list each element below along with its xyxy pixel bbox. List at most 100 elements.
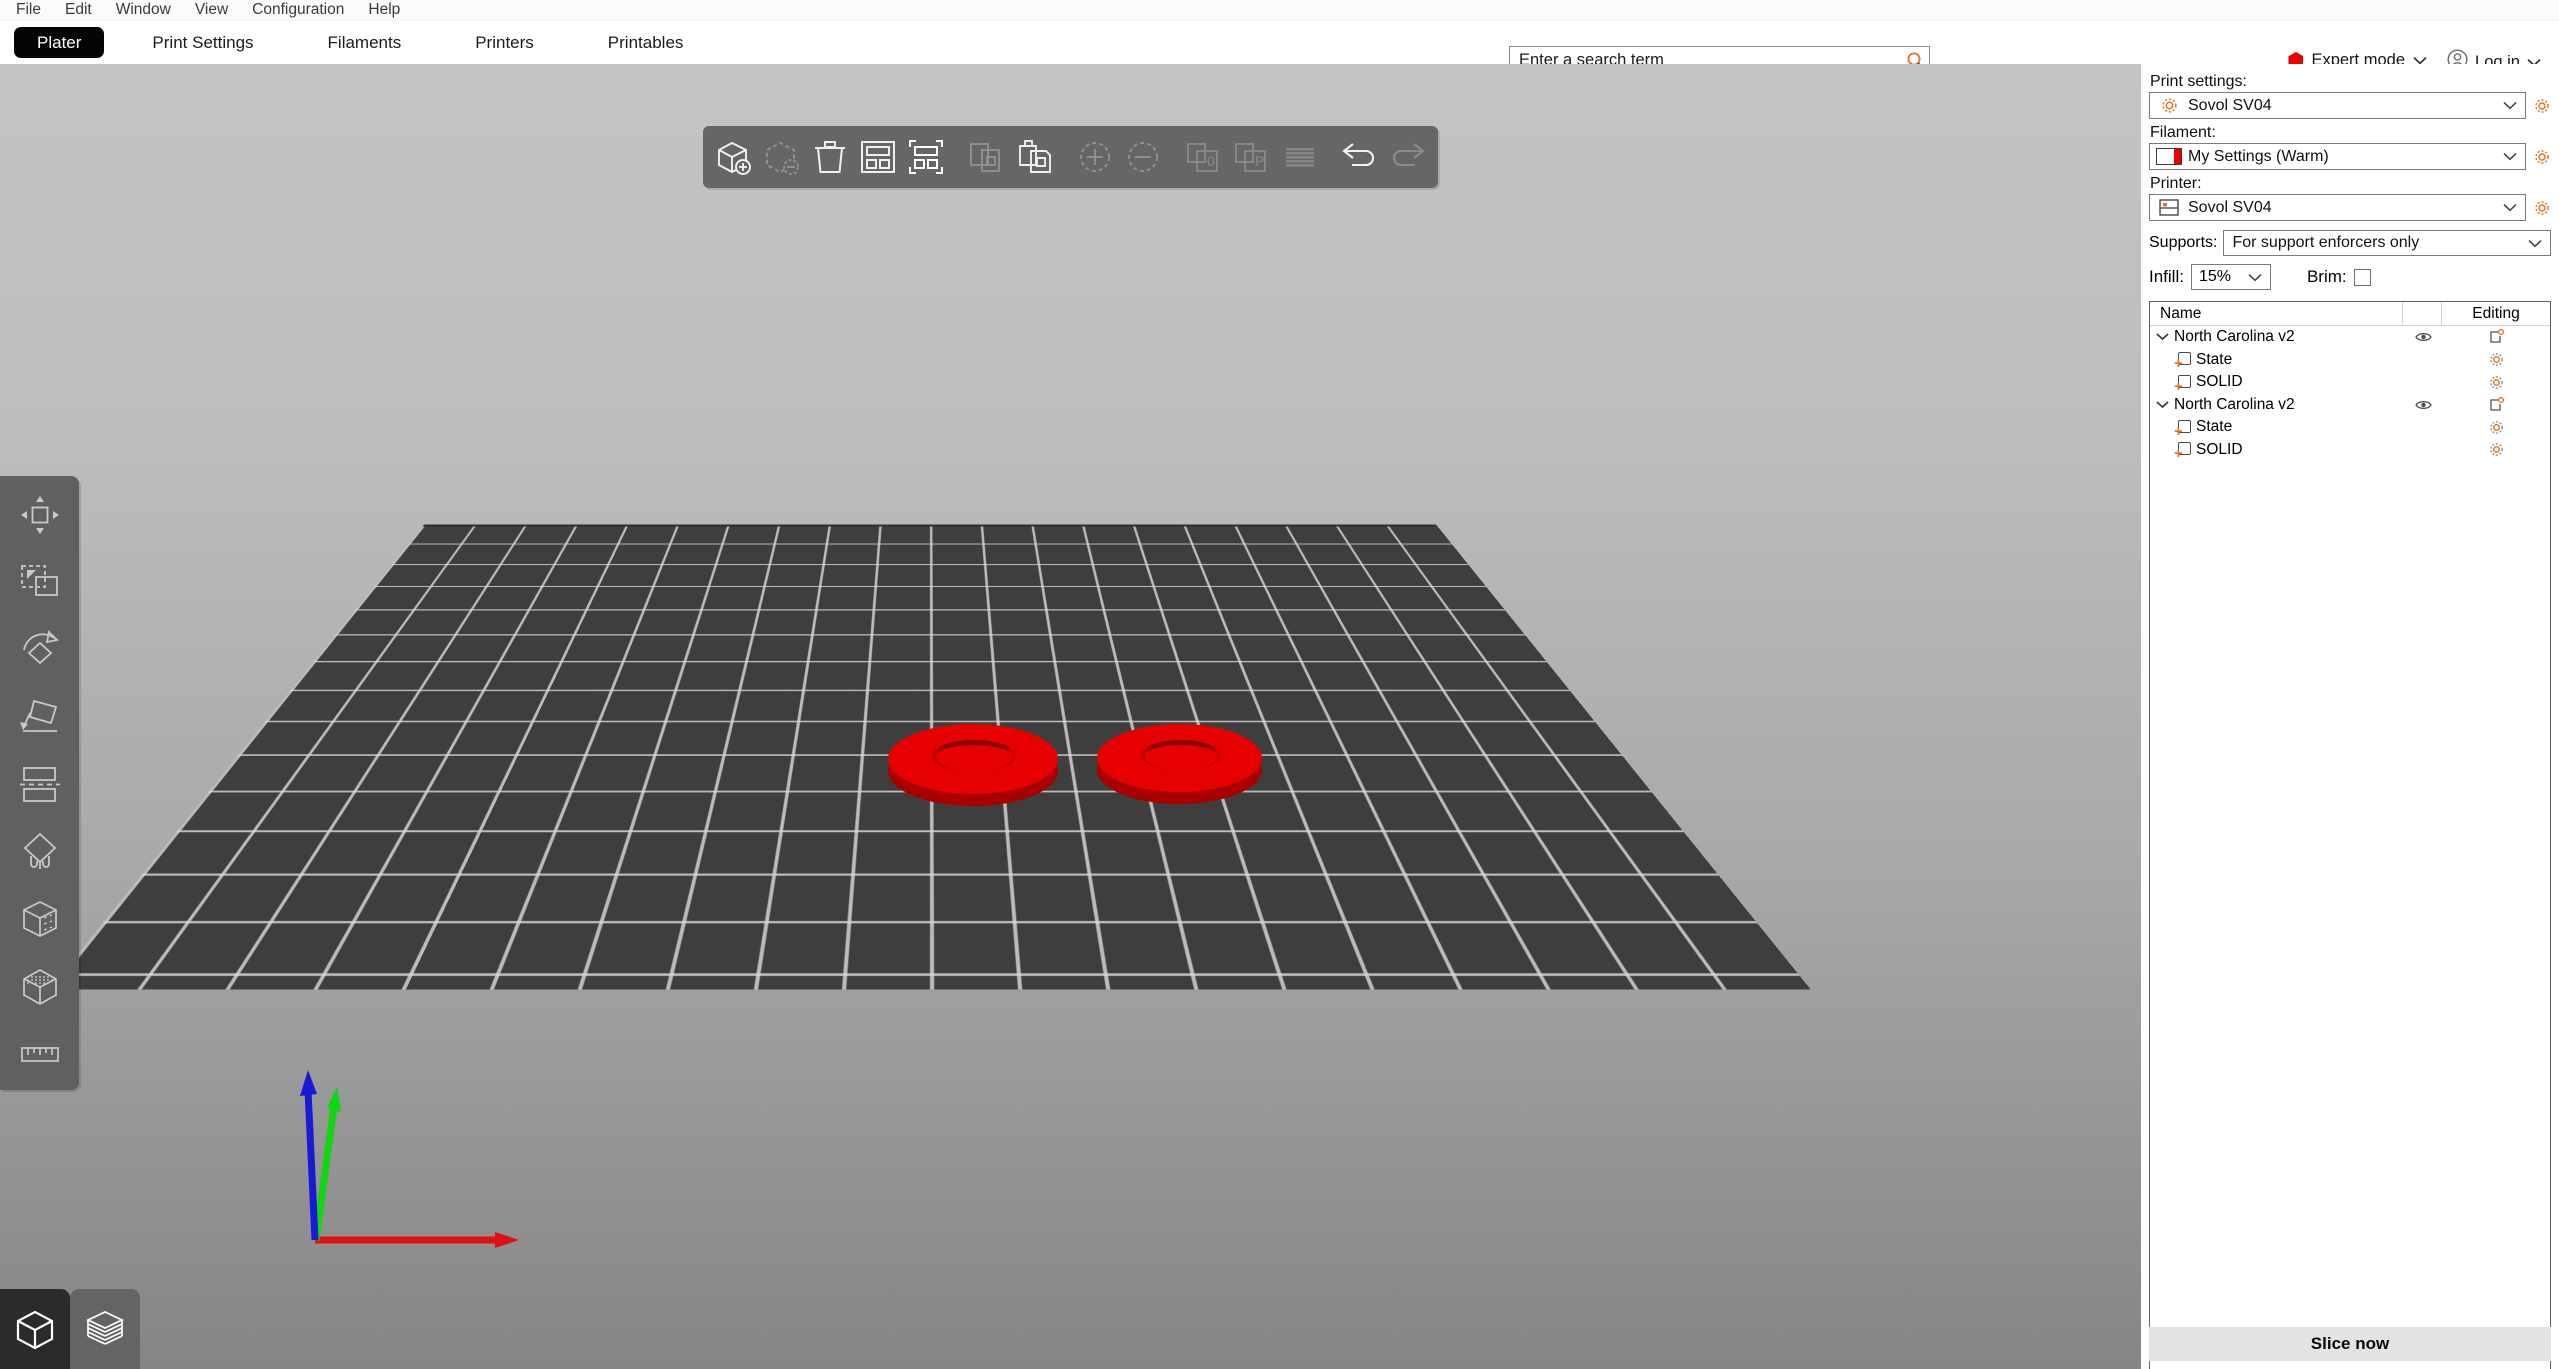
print-settings-edit-icon[interactable] bbox=[2532, 98, 2551, 114]
menu-view[interactable]: View bbox=[183, 0, 240, 20]
infill-combo[interactable]: 15% bbox=[2190, 264, 2271, 290]
menu-window[interactable]: Window bbox=[104, 0, 183, 20]
print-settings-combo[interactable]: Sovol SV04 bbox=[2149, 92, 2526, 119]
table-row[interactable]: North Carolina v2 bbox=[2150, 326, 2550, 349]
filament-label: Filament: bbox=[2150, 124, 2216, 141]
toolbar-undo-button[interactable] bbox=[1335, 132, 1383, 182]
toolbar-delete-all-button[interactable] bbox=[806, 132, 854, 182]
toolbar-split-to-objects-button[interactable]: 0 bbox=[1179, 132, 1227, 182]
gizmo-place-on-face-button[interactable] bbox=[5, 686, 75, 753]
toolbar-paste-button[interactable] bbox=[1011, 132, 1059, 182]
tab-printers[interactable]: Printers bbox=[449, 28, 560, 58]
paste-icon bbox=[1018, 140, 1051, 173]
chevron-down-icon[interactable] bbox=[2495, 152, 2525, 161]
cog-icon[interactable] bbox=[2442, 352, 2550, 367]
chevron-down-icon[interactable] bbox=[2520, 239, 2550, 248]
chevron-down-icon[interactable] bbox=[2495, 203, 2525, 212]
infill-value: 15% bbox=[2198, 268, 2231, 285]
printer-combo[interactable]: Sovol SV04 bbox=[2149, 194, 2526, 221]
layers-icon bbox=[1285, 148, 1314, 167]
cut-icon bbox=[18, 763, 62, 810]
left-toolbar bbox=[0, 476, 79, 1090]
toolbar-delete-button[interactable] bbox=[757, 132, 805, 182]
menu-file[interactable]: File bbox=[4, 0, 53, 20]
printer-edit-icon[interactable] bbox=[2532, 200, 2551, 216]
object-list[interactable]: Name Editing North Carolina v2 + State +… bbox=[2149, 301, 2551, 1369]
toolbar-arrange-current-plate-button[interactable] bbox=[902, 132, 950, 182]
editor-view-button[interactable] bbox=[0, 1289, 70, 1369]
arrange-icon bbox=[861, 141, 896, 173]
table-row[interactable]: + State bbox=[2150, 416, 2550, 439]
supports-combo[interactable]: For support enforcers only bbox=[2223, 230, 2551, 256]
tab-plater[interactable]: Plater bbox=[14, 27, 105, 58]
right-side-panel: Print settings: Sovol SV04 Filament: My … bbox=[2141, 64, 2559, 1369]
preview-view-button[interactable] bbox=[70, 1289, 140, 1369]
3d-viewport[interactable]: 0 P bbox=[0, 64, 2141, 1369]
plus-circle-icon bbox=[1079, 142, 1110, 172]
table-row[interactable]: North Carolina v2 bbox=[2150, 394, 2550, 417]
chevron-down-icon[interactable] bbox=[2156, 396, 2169, 414]
toolbar-remove-instance-button[interactable] bbox=[1119, 132, 1167, 182]
tab-filaments[interactable]: Filaments bbox=[302, 28, 428, 58]
gizmo-measure-button[interactable] bbox=[5, 1023, 75, 1090]
toolbar-add-button[interactable] bbox=[709, 132, 757, 182]
object-settings-icon[interactable] bbox=[2442, 329, 2550, 345]
part-name: SOLID bbox=[2196, 440, 2243, 458]
split-objects-icon: 0 bbox=[1186, 143, 1218, 172]
seam-paint-icon bbox=[18, 898, 62, 945]
model-2-recess bbox=[1141, 740, 1221, 771]
gizmo-seam-paint-button[interactable] bbox=[5, 888, 75, 955]
rotate-icon bbox=[18, 629, 62, 676]
gizmo-scale-button[interactable] bbox=[5, 551, 75, 618]
model-1-recess bbox=[932, 740, 1016, 772]
gizmo-mmu-paint-button[interactable] bbox=[5, 955, 75, 1022]
menu-configuration[interactable]: Configuration bbox=[240, 0, 356, 20]
cog-icon[interactable] bbox=[2442, 420, 2550, 435]
gizmo-cut-button[interactable] bbox=[5, 753, 75, 820]
menu-edit[interactable]: Edit bbox=[53, 0, 104, 20]
table-row[interactable]: + SOLID bbox=[2150, 439, 2550, 461]
object-name: North Carolina v2 bbox=[2174, 328, 2295, 346]
toolbar-split-to-parts-button[interactable]: P bbox=[1227, 132, 1275, 182]
eye-icon[interactable] bbox=[2404, 399, 2442, 411]
model-north-carolina-v2-1[interactable] bbox=[888, 724, 1058, 806]
part-checkbox[interactable]: + bbox=[2174, 419, 2191, 439]
toolbar-add-instance-button[interactable] bbox=[1070, 132, 1118, 182]
object-settings-icon[interactable] bbox=[2442, 396, 2550, 413]
toolbar-redo-button[interactable] bbox=[1384, 132, 1432, 182]
filament-edit-icon[interactable] bbox=[2532, 149, 2551, 165]
mmu-paint-icon bbox=[18, 965, 62, 1012]
column-header-editing: Editing bbox=[2472, 304, 2520, 322]
toolbar-variable-layer-height-button[interactable] bbox=[1275, 132, 1323, 182]
brim-checkbox[interactable] bbox=[2353, 268, 2371, 286]
support-paint-icon bbox=[18, 831, 62, 878]
supports-label: Supports: bbox=[2149, 234, 2218, 251]
model-north-carolina-v2-2[interactable] bbox=[1097, 724, 1262, 806]
toolbar-copy-button[interactable] bbox=[962, 132, 1010, 182]
chevron-down-icon[interactable] bbox=[2156, 328, 2169, 346]
cog-icon[interactable] bbox=[2442, 375, 2550, 390]
part-checkbox[interactable]: + bbox=[2174, 442, 2191, 461]
eye-icon[interactable] bbox=[2404, 331, 2442, 343]
move-icon bbox=[19, 494, 61, 541]
scale-icon bbox=[18, 561, 62, 608]
chevron-down-icon[interactable] bbox=[2243, 265, 2267, 289]
gizmo-support-paint-button[interactable] bbox=[5, 821, 75, 888]
cog-icon[interactable] bbox=[2442, 442, 2550, 457]
part-checkbox[interactable]: + bbox=[2174, 352, 2191, 371]
slice-now-button[interactable]: Slice now bbox=[2149, 1327, 2551, 1361]
part-name: State bbox=[2196, 350, 2233, 368]
gizmo-move-button[interactable] bbox=[5, 484, 75, 551]
tab-bar: Plater Print Settings Filaments Printers… bbox=[0, 21, 2559, 75]
redo-icon bbox=[1392, 143, 1425, 167]
menu-help[interactable]: Help bbox=[356, 0, 412, 20]
table-row[interactable]: + State bbox=[2150, 349, 2550, 371]
gizmo-rotate-button[interactable] bbox=[5, 619, 75, 686]
tab-printables[interactable]: Printables bbox=[582, 28, 710, 58]
part-checkbox[interactable]: + bbox=[2174, 374, 2191, 394]
filament-combo[interactable]: My Settings (Warm) bbox=[2149, 143, 2526, 170]
table-row[interactable]: + SOLID bbox=[2150, 371, 2550, 394]
toolbar-arrange-button[interactable] bbox=[854, 132, 902, 182]
chevron-down-icon[interactable] bbox=[2495, 101, 2525, 110]
tab-print-settings[interactable]: Print Settings bbox=[126, 28, 279, 58]
